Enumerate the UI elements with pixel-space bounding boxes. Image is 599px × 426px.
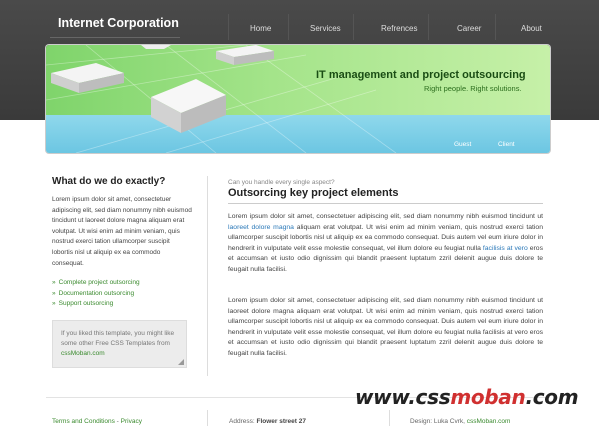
watermark-part: www.css: [355, 385, 451, 409]
corner-arrow-icon: [178, 359, 184, 365]
promo-text: If you liked this template, you might li…: [61, 330, 175, 347]
promo-link[interactable]: cssMoban.com: [61, 350, 105, 357]
banner-artwork: [46, 45, 397, 153]
guest-link[interactable]: Guest: [454, 141, 471, 148]
nav-separator: [288, 14, 289, 40]
template-promo-box: If you liked this template, you might li…: [52, 320, 187, 368]
footer-separator: [207, 410, 208, 426]
nav-home[interactable]: Home: [250, 24, 271, 33]
sidebar-link-item[interactable]: » Support outsorcing: [52, 299, 140, 310]
title-rule: [228, 203, 543, 204]
bullet-icon: »: [52, 289, 56, 297]
design-link[interactable]: cssMoban.com: [467, 418, 511, 425]
sidebar-link-item[interactable]: » Documentation outsorcing: [52, 289, 140, 300]
main-title: Outsorcing key project elements: [228, 187, 399, 199]
nav-about[interactable]: About: [521, 24, 542, 33]
footer-legal: Terms and Conditions - Privacy: [52, 418, 142, 425]
bullet-icon: »: [52, 279, 56, 286]
site-logo[interactable]: Internet Corporation: [58, 16, 179, 30]
banner-subtitle: Right people. Right solutions.: [424, 84, 522, 93]
address-value: Flower street 27: [256, 418, 306, 425]
p1-link-2[interactable]: facilisis at vero: [483, 245, 528, 252]
footer-separator: [389, 410, 390, 426]
sidebar-text: Lorem ipsum dolor sit amet, consectetuer…: [52, 196, 192, 267]
nav-career[interactable]: Career: [457, 24, 481, 33]
sidebar-link-label[interactable]: Support outsorcing: [59, 300, 114, 307]
sidebar-link-label[interactable]: Documentation outsorcing: [59, 290, 135, 297]
sidebar-title: What do we do exactly?: [52, 176, 166, 187]
design-label: Design:: [410, 418, 433, 425]
footer-address: Address: Flower street 27: [229, 418, 306, 425]
nav-separator: [353, 14, 354, 40]
paragraph-1: Lorem ipsum dolor sit amet, consectetuer…: [228, 212, 543, 276]
sidebar-link-item[interactable]: » Complete project outsorcing: [52, 278, 140, 289]
column-divider: [207, 176, 208, 376]
bullet-icon: »: [52, 300, 56, 307]
p1-link-1[interactable]: laoreet dolore magna: [228, 224, 294, 231]
p1-text-a: Lorem ipsum dolor sit amet, consectetuer…: [228, 213, 543, 220]
nav-references[interactable]: Refrences: [381, 24, 417, 33]
banner-title: IT management and project outsourcing: [316, 69, 526, 81]
nav-separator: [428, 14, 429, 40]
site-watermark: www.cssmoban.com: [355, 385, 579, 409]
main-kicker: Can you handle every single aspect?: [228, 179, 335, 186]
nav-separator: [495, 14, 496, 40]
watermark-part: moban: [450, 385, 526, 409]
design-author: Luka Cvrk,: [433, 418, 465, 425]
nav-separator: [228, 14, 229, 40]
footer-credits: Design: Luka Cvrk, cssMoban.com: [410, 418, 510, 425]
hero-banner: IT management and project outsourcing Ri…: [46, 45, 550, 153]
address-label: Address:: [229, 418, 255, 425]
terms-link[interactable]: Terms and Conditions: [52, 418, 115, 425]
watermark-part: .com: [525, 385, 579, 409]
sidebar-links: » Complete project outsorcing » Documentat…: [52, 278, 140, 310]
privacy-link[interactable]: Privacy: [121, 418, 142, 425]
paragraph-2: Lorem ipsum dolor sit amet, consectetuer…: [228, 297, 543, 357]
sidebar-link-label[interactable]: Complete project outsorcing: [59, 279, 140, 286]
nav-services[interactable]: Services: [310, 24, 341, 33]
client-link[interactable]: Client: [498, 141, 515, 148]
logo-underline: [50, 37, 180, 38]
